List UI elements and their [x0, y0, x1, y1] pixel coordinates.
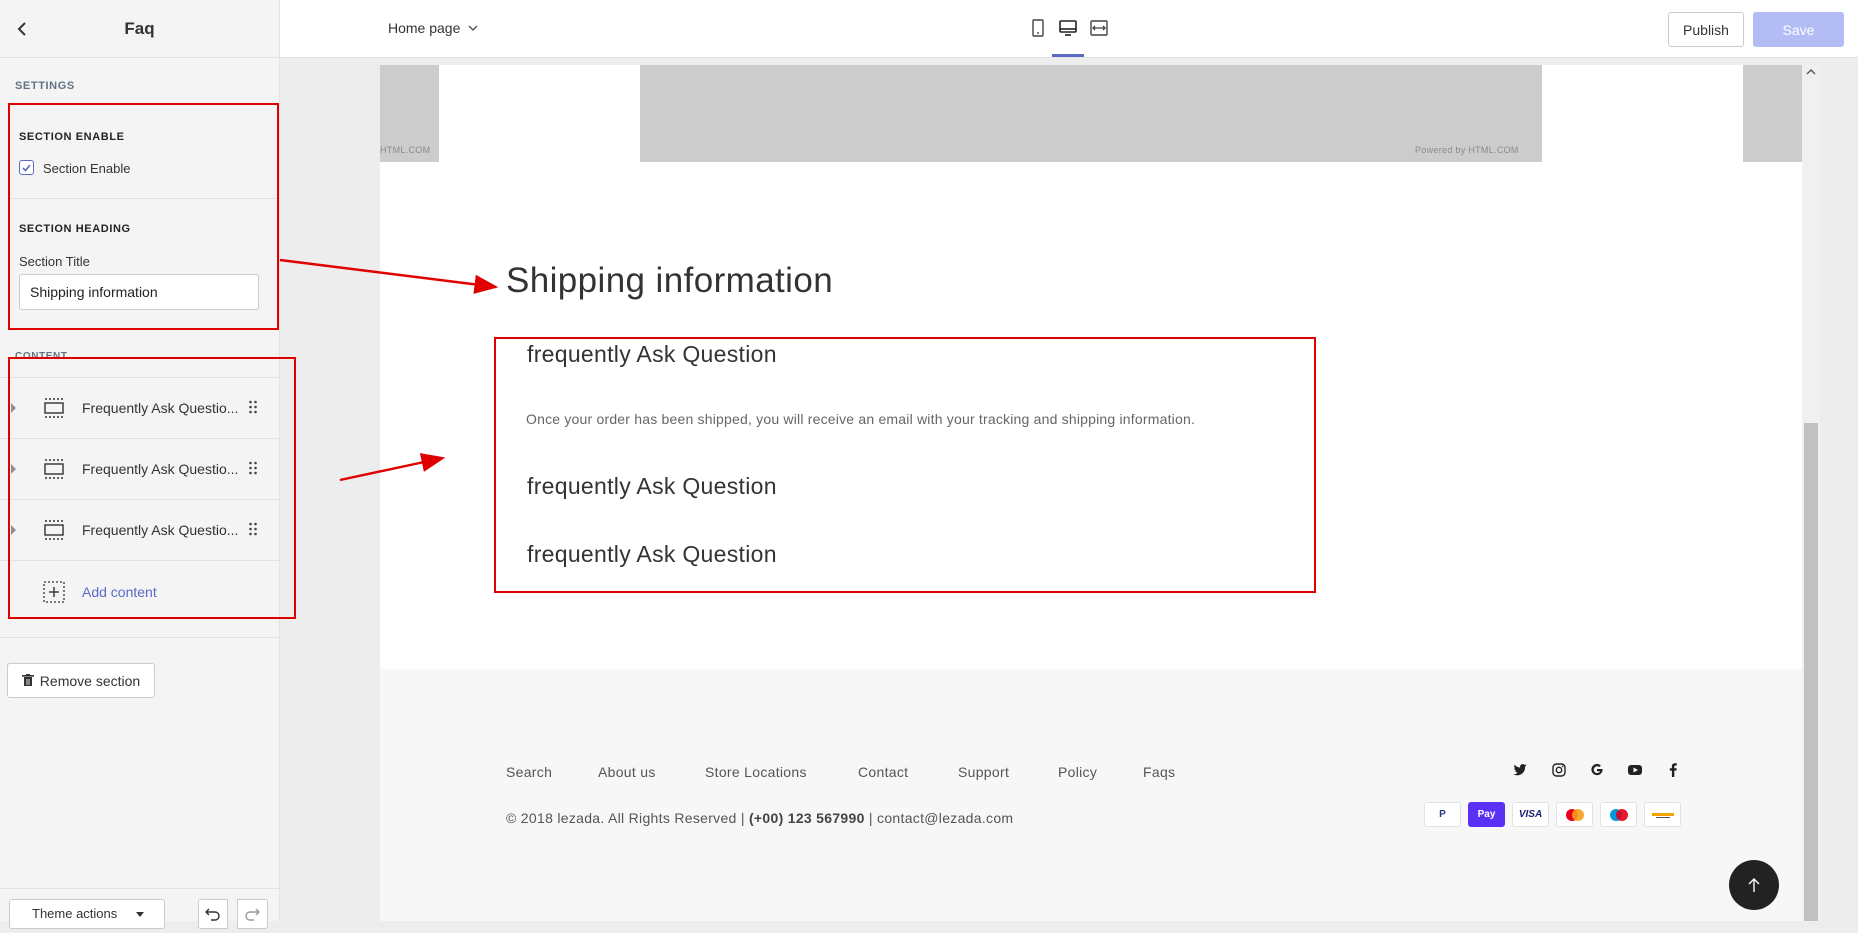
arrow-to-faq — [339, 453, 446, 482]
annotation-arrows — [279, 258, 499, 482]
arrow-to-title — [279, 258, 499, 294]
